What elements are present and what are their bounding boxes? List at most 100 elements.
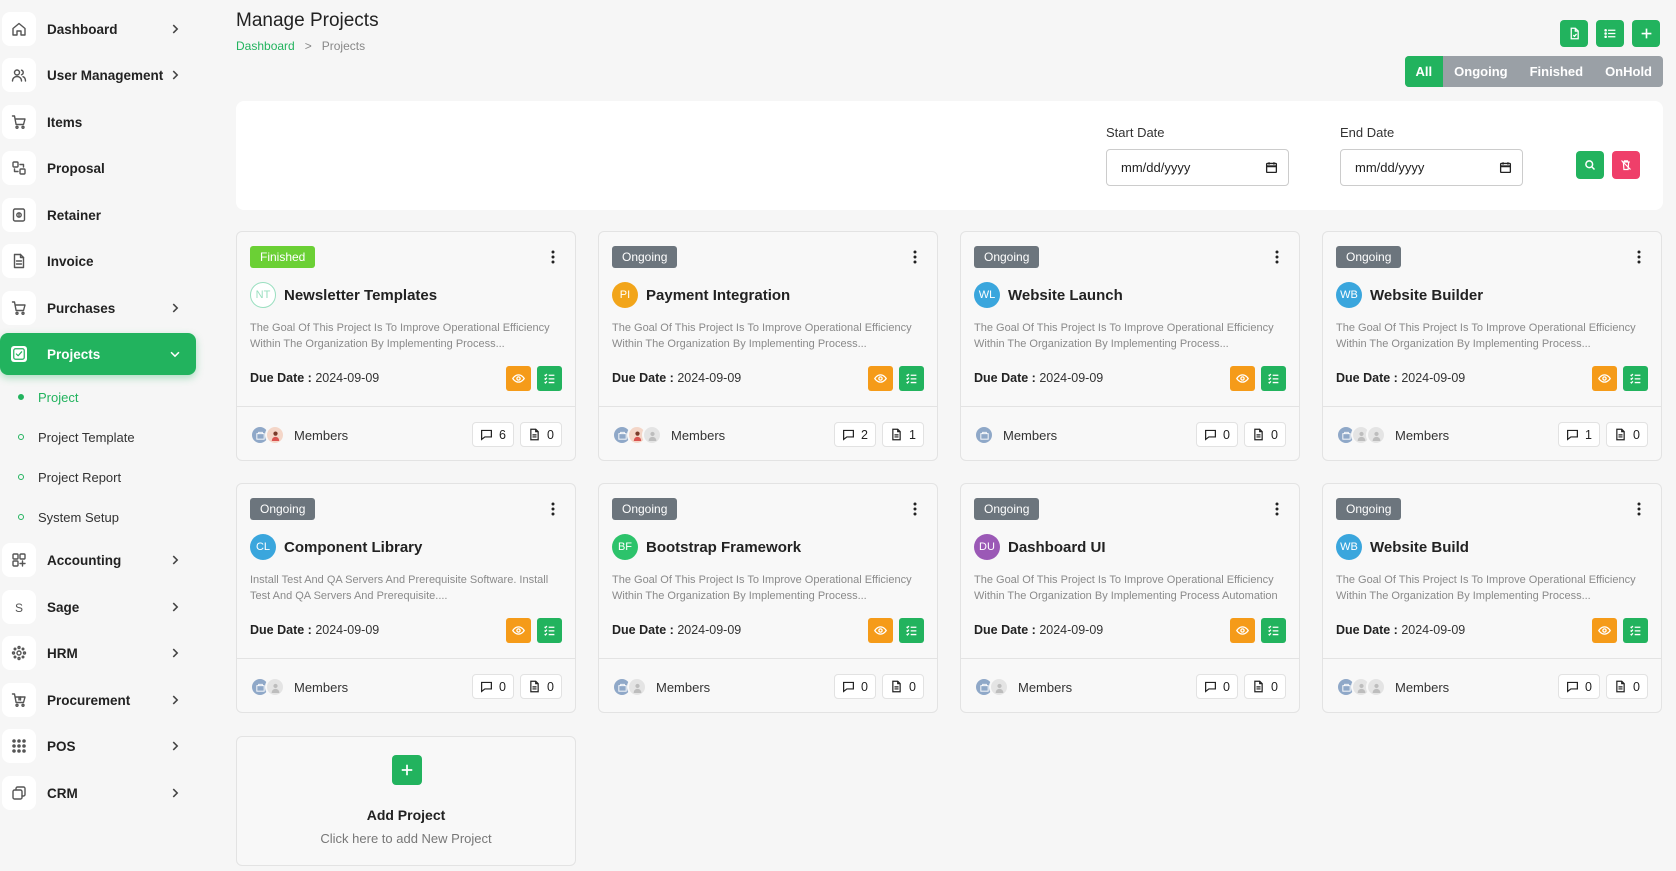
view-project-button[interactable] bbox=[506, 366, 531, 391]
comments-count[interactable]: 0 bbox=[1196, 674, 1238, 699]
list-view-button[interactable] bbox=[1596, 20, 1624, 47]
files-count[interactable]: 0 bbox=[520, 422, 562, 447]
clear-filter-button[interactable] bbox=[1612, 151, 1640, 179]
more-vertical-icon[interactable] bbox=[913, 250, 917, 264]
end-date-input[interactable]: mm/dd/yyyy bbox=[1340, 149, 1523, 186]
sidebar-item-user-management[interactable]: User Management bbox=[0, 54, 196, 96]
members-group[interactable]: Members bbox=[612, 677, 710, 697]
project-description: The Goal Of This Project Is To Improve O… bbox=[612, 574, 912, 602]
view-project-button[interactable] bbox=[1592, 618, 1617, 643]
view-project-button[interactable] bbox=[868, 618, 893, 643]
search-button[interactable] bbox=[1576, 151, 1604, 179]
sidebar-item-dashboard[interactable]: Dashboard bbox=[0, 8, 196, 50]
project-title[interactable]: Website Builder bbox=[1370, 287, 1483, 304]
tab-finished[interactable]: Finished bbox=[1519, 56, 1594, 87]
project-header: WB Website Builder bbox=[1336, 282, 1483, 308]
task-board-button[interactable] bbox=[1623, 366, 1648, 391]
files-count[interactable]: 0 bbox=[882, 674, 924, 699]
comments-count[interactable]: 2 bbox=[834, 422, 876, 447]
comments-count[interactable]: 0 bbox=[1196, 422, 1238, 447]
project-title[interactable]: Website Launch bbox=[1008, 287, 1123, 304]
sidebar-subitem-project-template[interactable]: Project Template bbox=[0, 422, 196, 452]
project-title[interactable]: Dashboard UI bbox=[1008, 539, 1106, 556]
sidebar-item-procurement[interactable]: Procurement bbox=[0, 679, 196, 721]
sidebar-item-accounting[interactable]: Accounting bbox=[0, 539, 196, 581]
due-date-value: 2024-09-09 bbox=[1401, 623, 1466, 637]
create-project-button[interactable] bbox=[1632, 20, 1660, 47]
member-avatar-placeholder bbox=[642, 425, 662, 445]
members-group[interactable]: Members bbox=[974, 425, 1057, 445]
task-board-button[interactable] bbox=[1261, 366, 1286, 391]
project-title[interactable]: Component Library bbox=[284, 539, 422, 556]
sidebar-item-invoice[interactable]: Invoice bbox=[0, 240, 196, 282]
sidebar-subitem-system-setup[interactable]: System Setup bbox=[0, 502, 196, 532]
sidebar-item-pos[interactable]: POS bbox=[0, 725, 196, 767]
files-count[interactable]: 0 bbox=[1244, 674, 1286, 699]
project-avatar: PI bbox=[612, 282, 638, 308]
sidebar-item-sage[interactable]: S Sage bbox=[0, 586, 196, 628]
more-vertical-icon[interactable] bbox=[1637, 502, 1641, 516]
files-count[interactable]: 1 bbox=[882, 422, 924, 447]
members-group[interactable]: Members bbox=[250, 677, 348, 697]
files-count[interactable]: 0 bbox=[1606, 674, 1648, 699]
start-date-value: mm/dd/yyyy bbox=[1121, 160, 1191, 175]
files-count[interactable]: 0 bbox=[520, 674, 562, 699]
sidebar-item-crm[interactable]: CRM bbox=[0, 772, 196, 814]
start-date-input[interactable]: mm/dd/yyyy bbox=[1106, 149, 1289, 186]
comments-count[interactable]: 0 bbox=[1558, 674, 1600, 699]
task-list-icon bbox=[906, 373, 917, 384]
comments-count[interactable]: 0 bbox=[834, 674, 876, 699]
members-group[interactable]: Members bbox=[974, 677, 1072, 697]
export-button[interactable] bbox=[1560, 20, 1588, 47]
task-list-icon bbox=[1268, 373, 1279, 384]
more-vertical-icon[interactable] bbox=[913, 502, 917, 516]
tab-onhold[interactable]: OnHold bbox=[1594, 56, 1663, 87]
comments-count[interactable]: 6 bbox=[472, 422, 514, 447]
home-icon bbox=[2, 12, 36, 46]
task-board-button[interactable] bbox=[1623, 618, 1648, 643]
files-value: 0 bbox=[547, 427, 554, 442]
view-project-button[interactable] bbox=[868, 366, 893, 391]
view-project-button[interactable] bbox=[1230, 618, 1255, 643]
more-vertical-icon[interactable] bbox=[1275, 250, 1279, 264]
sidebar-item-projects[interactable]: Projects bbox=[0, 333, 196, 375]
more-vertical-icon[interactable] bbox=[1637, 250, 1641, 264]
project-title[interactable]: Payment Integration bbox=[646, 287, 790, 304]
members-group[interactable]: Members bbox=[1336, 425, 1449, 445]
sidebar-item-proposal[interactable]: Proposal bbox=[0, 147, 196, 189]
members-group[interactable]: Members bbox=[250, 425, 348, 445]
members-label: Members bbox=[1395, 679, 1450, 695]
files-count[interactable]: 0 bbox=[1606, 422, 1648, 447]
more-vertical-icon[interactable] bbox=[1275, 502, 1279, 516]
comments-count[interactable]: 1 bbox=[1558, 422, 1600, 447]
task-board-button[interactable] bbox=[899, 366, 924, 391]
task-board-button[interactable] bbox=[1261, 618, 1286, 643]
view-project-button[interactable] bbox=[1592, 366, 1617, 391]
task-board-button[interactable] bbox=[537, 366, 562, 391]
sidebar-item-hrm[interactable]: HRM bbox=[0, 632, 196, 674]
members-group[interactable]: Members bbox=[1336, 677, 1449, 697]
task-board-button[interactable] bbox=[899, 618, 924, 643]
add-project-card[interactable]: Add Project Click here to add New Projec… bbox=[236, 736, 576, 866]
tab-ongoing[interactable]: Ongoing bbox=[1443, 56, 1518, 87]
task-board-button[interactable] bbox=[537, 618, 562, 643]
sidebar-subitem-project[interactable]: Project bbox=[0, 382, 196, 412]
view-project-button[interactable] bbox=[506, 618, 531, 643]
project-title[interactable]: Website Build bbox=[1370, 539, 1469, 556]
more-vertical-icon[interactable] bbox=[551, 502, 555, 516]
status-badge: Ongoing bbox=[612, 498, 678, 520]
project-title[interactable]: Newsletter Templates bbox=[284, 287, 437, 304]
breadcrumb-dashboard-link[interactable]: Dashboard bbox=[236, 39, 295, 53]
sidebar-item-purchases[interactable]: Purchases bbox=[0, 287, 196, 329]
view-project-button[interactable] bbox=[1230, 366, 1255, 391]
add-project-button[interactable] bbox=[392, 755, 422, 785]
sidebar-subitem-project-report[interactable]: Project Report bbox=[0, 462, 196, 492]
comments-count[interactable]: 0 bbox=[472, 674, 514, 699]
more-vertical-icon[interactable] bbox=[551, 250, 555, 264]
members-group[interactable]: Members bbox=[612, 425, 725, 445]
sidebar-item-items[interactable]: Items bbox=[0, 101, 196, 143]
tab-all[interactable]: All bbox=[1404, 56, 1444, 87]
files-count[interactable]: 0 bbox=[1244, 422, 1286, 447]
project-title[interactable]: Bootstrap Framework bbox=[646, 539, 801, 556]
sidebar-item-retainer[interactable]: Retainer bbox=[0, 194, 196, 236]
